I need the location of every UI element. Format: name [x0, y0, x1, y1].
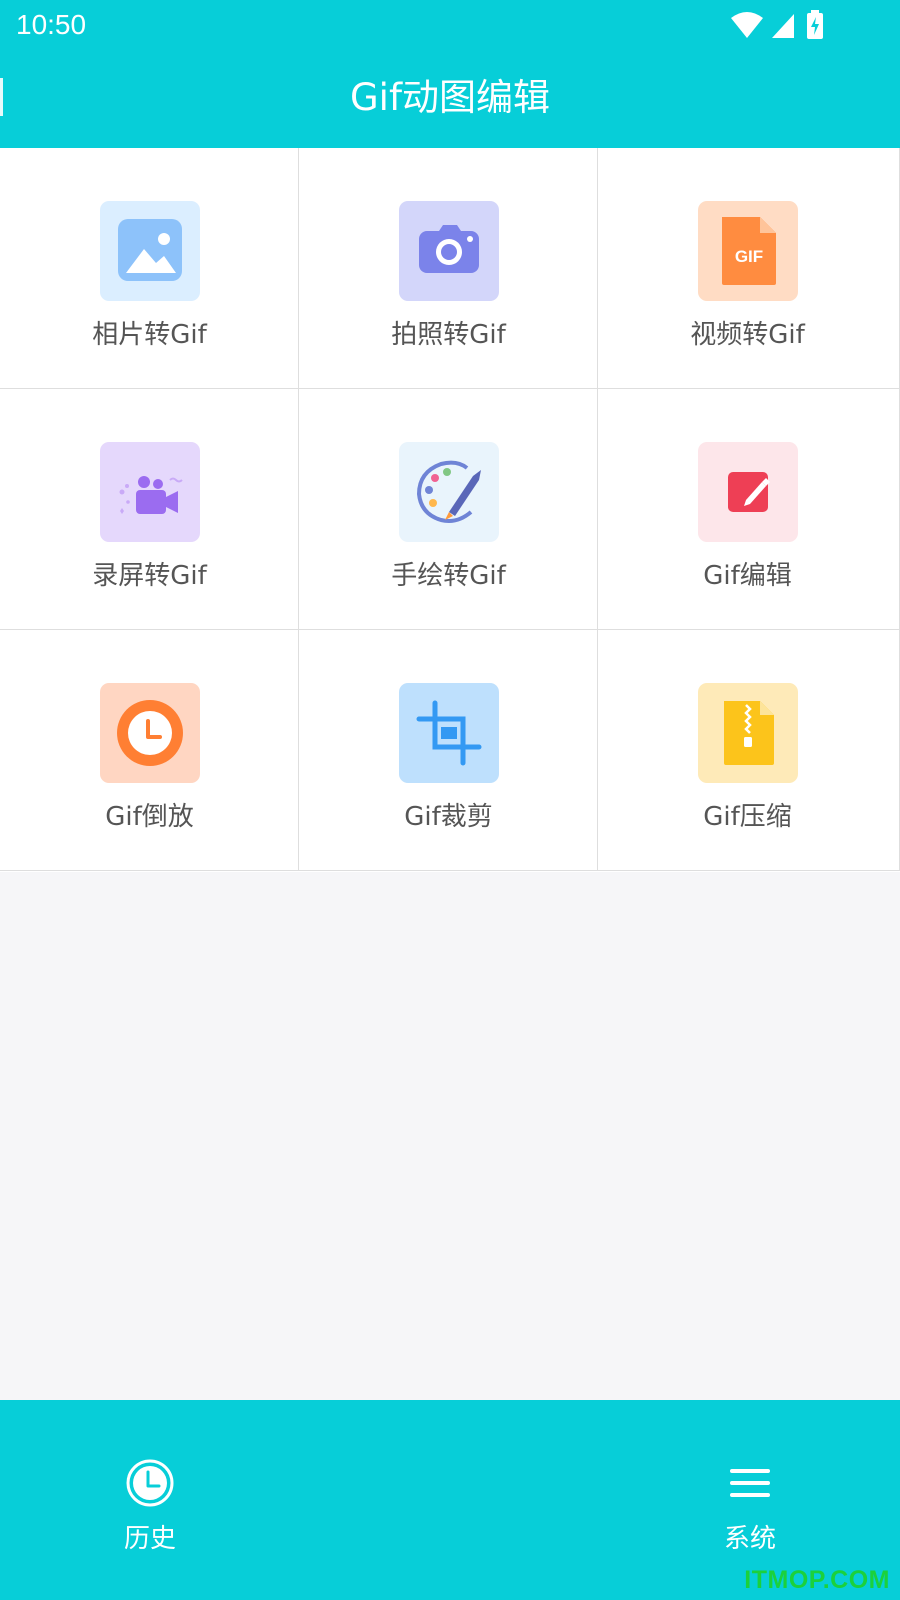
- tool-label: Gif压缩: [703, 802, 792, 832]
- tool-label: 录屏转Gif: [92, 561, 207, 591]
- crop-icon: [399, 683, 499, 783]
- tool-label: Gif裁剪: [404, 802, 493, 832]
- tool-video-to-gif[interactable]: GIF 视频转Gif: [598, 148, 900, 389]
- tool-label: 视频转Gif: [690, 320, 805, 350]
- tool-label: Gif编辑: [703, 561, 792, 591]
- wifi-icon: [731, 12, 763, 38]
- cell-signal-icon: [772, 14, 794, 38]
- tool-gif-crop[interactable]: Gif裁剪: [299, 630, 598, 871]
- photo-icon: [100, 201, 200, 301]
- app-header: 10:50 Gif动图编辑: [0, 0, 900, 148]
- tool-camera-to-gif[interactable]: 拍照转Gif: [299, 148, 598, 389]
- tool-grid: 相片转Gif 拍照转Gif GIF 视频转Gif 录屏转Gif 手绘转Gif G…: [0, 148, 900, 872]
- page-title: Gif动图编辑: [350, 76, 550, 119]
- tool-gif-edit[interactable]: Gif编辑: [598, 389, 900, 630]
- status-icons: [730, 10, 850, 40]
- watermark: ITMOP.COM: [744, 1566, 890, 1594]
- battery-charging-icon: [807, 10, 823, 39]
- clock-icon: [100, 683, 200, 783]
- tool-gif-compress[interactable]: Gif压缩: [598, 630, 900, 871]
- tool-draw-to-gif[interactable]: 手绘转Gif: [299, 389, 598, 630]
- palette-brush-icon: [399, 442, 499, 542]
- nav-history[interactable]: 历史: [70, 1458, 230, 1568]
- camera-icon: [399, 201, 499, 301]
- tool-label: 拍照转Gif: [391, 320, 506, 350]
- menu-icon: [730, 1469, 770, 1497]
- tool-photo-to-gif[interactable]: 相片转Gif: [0, 148, 299, 389]
- nav-system[interactable]: 系统: [670, 1458, 830, 1568]
- video-camera-icon: [100, 442, 200, 542]
- tool-gif-reverse[interactable]: Gif倒放: [0, 630, 299, 871]
- tool-label: 相片转Gif: [92, 320, 207, 350]
- clock-icon: [126, 1459, 174, 1507]
- svg-text:GIF: GIF: [735, 247, 763, 266]
- nav-history-label: 历史: [123, 1524, 176, 1554]
- status-time: 10:50: [16, 9, 87, 40]
- edit-icon: [698, 442, 798, 542]
- gif-file-icon: GIF: [698, 201, 798, 301]
- bottom-nav: 历史 系统 ITMOP.COM: [0, 1400, 900, 1600]
- tool-label: Gif倒放: [105, 802, 194, 832]
- tool-label: 手绘转Gif: [391, 561, 506, 591]
- tool-screen-record-to-gif[interactable]: 录屏转Gif: [0, 389, 299, 630]
- zip-file-icon: [698, 683, 798, 783]
- nav-system-label: 系统: [723, 1524, 776, 1554]
